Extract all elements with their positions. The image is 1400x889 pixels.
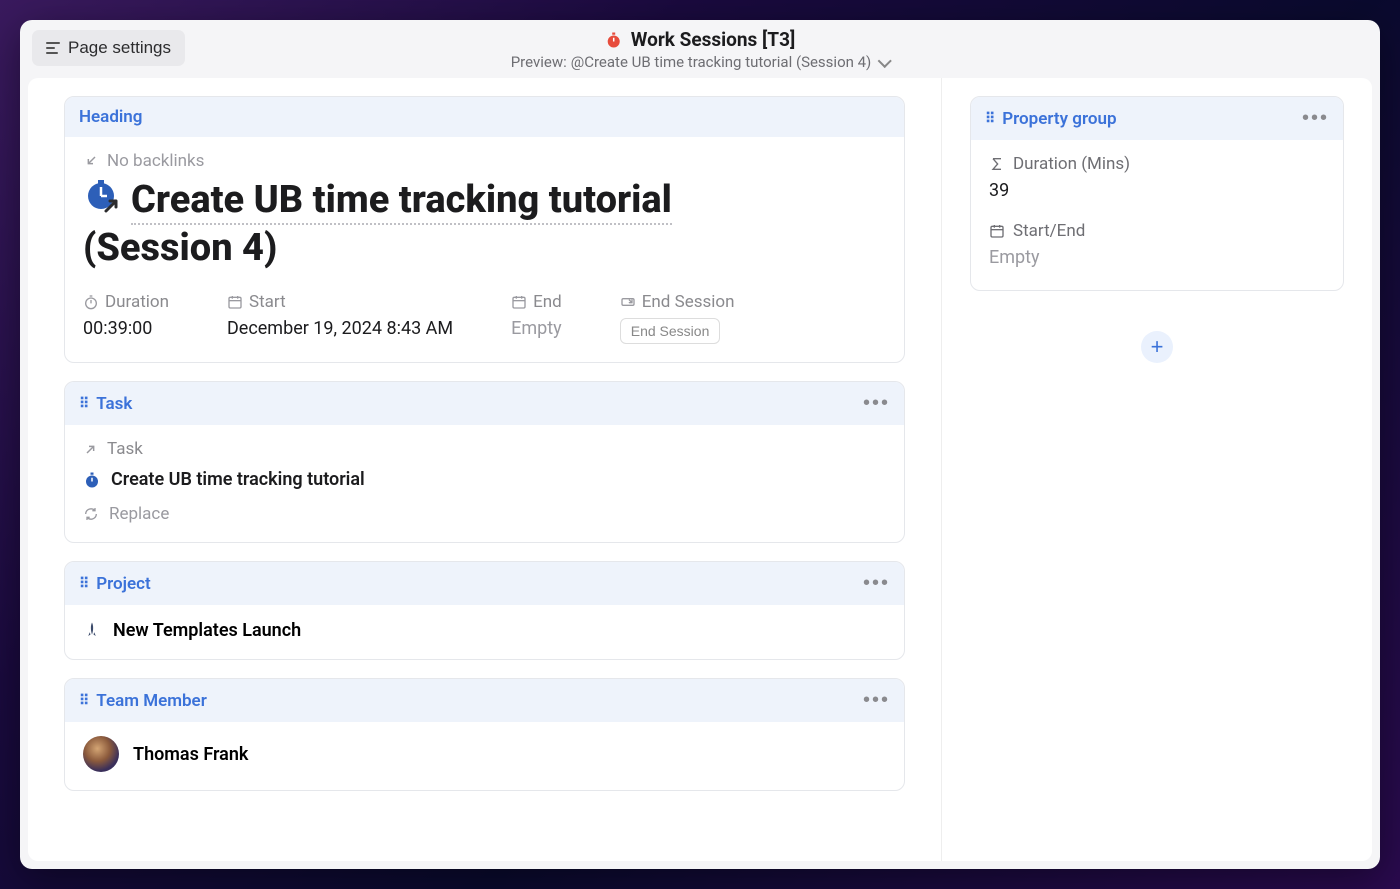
project-card-header[interactable]: ⠿ Project ••• [65, 562, 904, 605]
more-button[interactable]: ••• [863, 572, 890, 595]
property-group-body: Duration (Mins) 39 Start/End Empty [971, 140, 1343, 290]
end-label: End [533, 292, 562, 312]
duration-mins-value: 39 [989, 180, 1325, 201]
refresh-icon [83, 506, 99, 522]
property-group-card: ⠿ Property group ••• Duration (Mins) 39 [970, 96, 1344, 291]
more-button[interactable]: ••• [1302, 107, 1329, 130]
startend-label: Start/End [1013, 221, 1085, 241]
member-card: ⠿ Team Member ••• Thomas Frank [64, 678, 905, 791]
side-prop-duration[interactable]: Duration (Mins) 39 [989, 154, 1325, 201]
title-suffix: (Session 4) [83, 226, 277, 270]
task-card-title: Task [96, 394, 132, 414]
property-group-header[interactable]: ⠿ Property group ••• [971, 97, 1343, 140]
calendar-icon [511, 294, 527, 310]
heading-card-title: Heading [79, 107, 142, 127]
task-item-text: Create UB time tracking tutorial [111, 469, 365, 490]
heading-card: Heading No backlinks [64, 96, 905, 363]
drag-handle-icon[interactable]: ⠿ [79, 576, 88, 592]
project-card: ⠿ Project ••• New Templates Launch [64, 561, 905, 660]
preview-prefix: Preview: [511, 53, 567, 71]
window-title: Work Sessions [T3] [631, 28, 795, 51]
task-rel-label-text: Task [107, 439, 143, 459]
backlinks-text: No backlinks [107, 151, 204, 171]
page-settings-label: Page settings [68, 38, 171, 58]
replace-button[interactable]: Replace [83, 504, 886, 524]
prop-start[interactable]: Start December 19, 2024 8:43 AM [227, 292, 453, 344]
app-window: Page settings Work Sessions [T3] Preview… [20, 20, 1380, 869]
member-card-body: Thomas Frank [65, 722, 904, 790]
task-card-header[interactable]: ⠿ Task ••• [65, 382, 904, 425]
project-card-title: Project [96, 574, 150, 594]
duration-value: 00:39:00 [83, 318, 169, 339]
more-button[interactable]: ••• [863, 392, 890, 415]
calendar-icon [227, 294, 243, 310]
end-session-label: End Session [642, 292, 735, 312]
side-column: ⠿ Property group ••• Duration (Mins) 39 [942, 78, 1372, 861]
member-item[interactable]: Thomas Frank [83, 736, 886, 772]
duration-mins-label: Duration (Mins) [1013, 154, 1130, 174]
drag-handle-icon[interactable]: ⠿ [79, 693, 88, 709]
arrow-out-icon [83, 441, 99, 457]
prop-duration[interactable]: Duration 00:39:00 [83, 292, 169, 344]
project-item-text: New Templates Launch [113, 620, 301, 641]
property-group-title: Property group [1002, 109, 1116, 129]
button-icon [620, 294, 636, 310]
page-settings-button[interactable]: Page settings [32, 30, 185, 66]
preview-link: @Create UB time tracking tutorial (Sessi… [571, 53, 872, 71]
calendar-icon [989, 223, 1005, 239]
add-property-button[interactable]: + [1141, 331, 1173, 363]
startend-value: Empty [989, 247, 1325, 268]
avatar [83, 736, 119, 772]
chevron-down-icon [877, 54, 891, 68]
stopwatch-shortcut-icon [83, 178, 123, 218]
prop-end[interactable]: End Empty [511, 292, 562, 344]
side-prop-startend[interactable]: Start/End Empty [989, 221, 1325, 268]
settings-icon [46, 42, 60, 54]
topbar-center: Work Sessions [T3] Preview: @Create UB t… [511, 28, 890, 71]
content-area: Heading No backlinks [28, 78, 1372, 861]
main-column: Heading No backlinks [28, 78, 942, 861]
stopwatch-icon [83, 471, 101, 489]
heading-card-body: No backlinks Create UB time tracking t [65, 137, 904, 362]
entry-title[interactable]: Create UB time tracking tutorial (Sessio… [83, 177, 886, 272]
prop-end-session: End Session End Session [620, 292, 735, 344]
member-name: Thomas Frank [133, 744, 248, 765]
more-button[interactable]: ••• [863, 689, 890, 712]
title-linked-part: Create UB time tracking tutorial [131, 178, 672, 225]
heading-card-header[interactable]: Heading [65, 97, 904, 137]
task-item[interactable]: Create UB time tracking tutorial [83, 469, 886, 490]
backlinks-row[interactable]: No backlinks [83, 151, 886, 171]
drag-handle-icon[interactable]: ⠿ [79, 396, 88, 412]
start-label: Start [249, 292, 286, 312]
duration-label: Duration [105, 292, 169, 312]
drag-handle-icon[interactable]: ⠿ [985, 111, 994, 127]
task-relation-label: Task [83, 439, 886, 459]
sigma-icon [989, 156, 1005, 172]
task-card-body: Task Create UB time tracking tutorial Re… [65, 425, 904, 542]
topbar: Page settings Work Sessions [T3] Preview… [20, 20, 1380, 78]
project-card-body: New Templates Launch [65, 605, 904, 659]
arrow-in-icon [83, 153, 99, 169]
preview-dropdown[interactable]: Preview: @Create UB time tracking tutori… [511, 53, 890, 71]
stopwatch-icon [605, 31, 623, 49]
rocket-icon [83, 619, 101, 641]
end-session-button[interactable]: End Session [620, 318, 721, 344]
task-card: ⠿ Task ••• Task Create UB time tracking … [64, 381, 905, 543]
stopwatch-small-icon [83, 294, 99, 310]
member-card-title: Team Member [96, 691, 207, 711]
end-value: Empty [511, 318, 562, 339]
replace-label: Replace [109, 504, 169, 524]
project-item[interactable]: New Templates Launch [83, 619, 886, 641]
heading-props-row: Duration 00:39:00 Start December 19, 202… [83, 292, 886, 344]
member-card-header[interactable]: ⠿ Team Member ••• [65, 679, 904, 722]
page-title-row: Work Sessions [T3] [511, 28, 890, 51]
start-value: December 19, 2024 8:43 AM [227, 318, 453, 339]
